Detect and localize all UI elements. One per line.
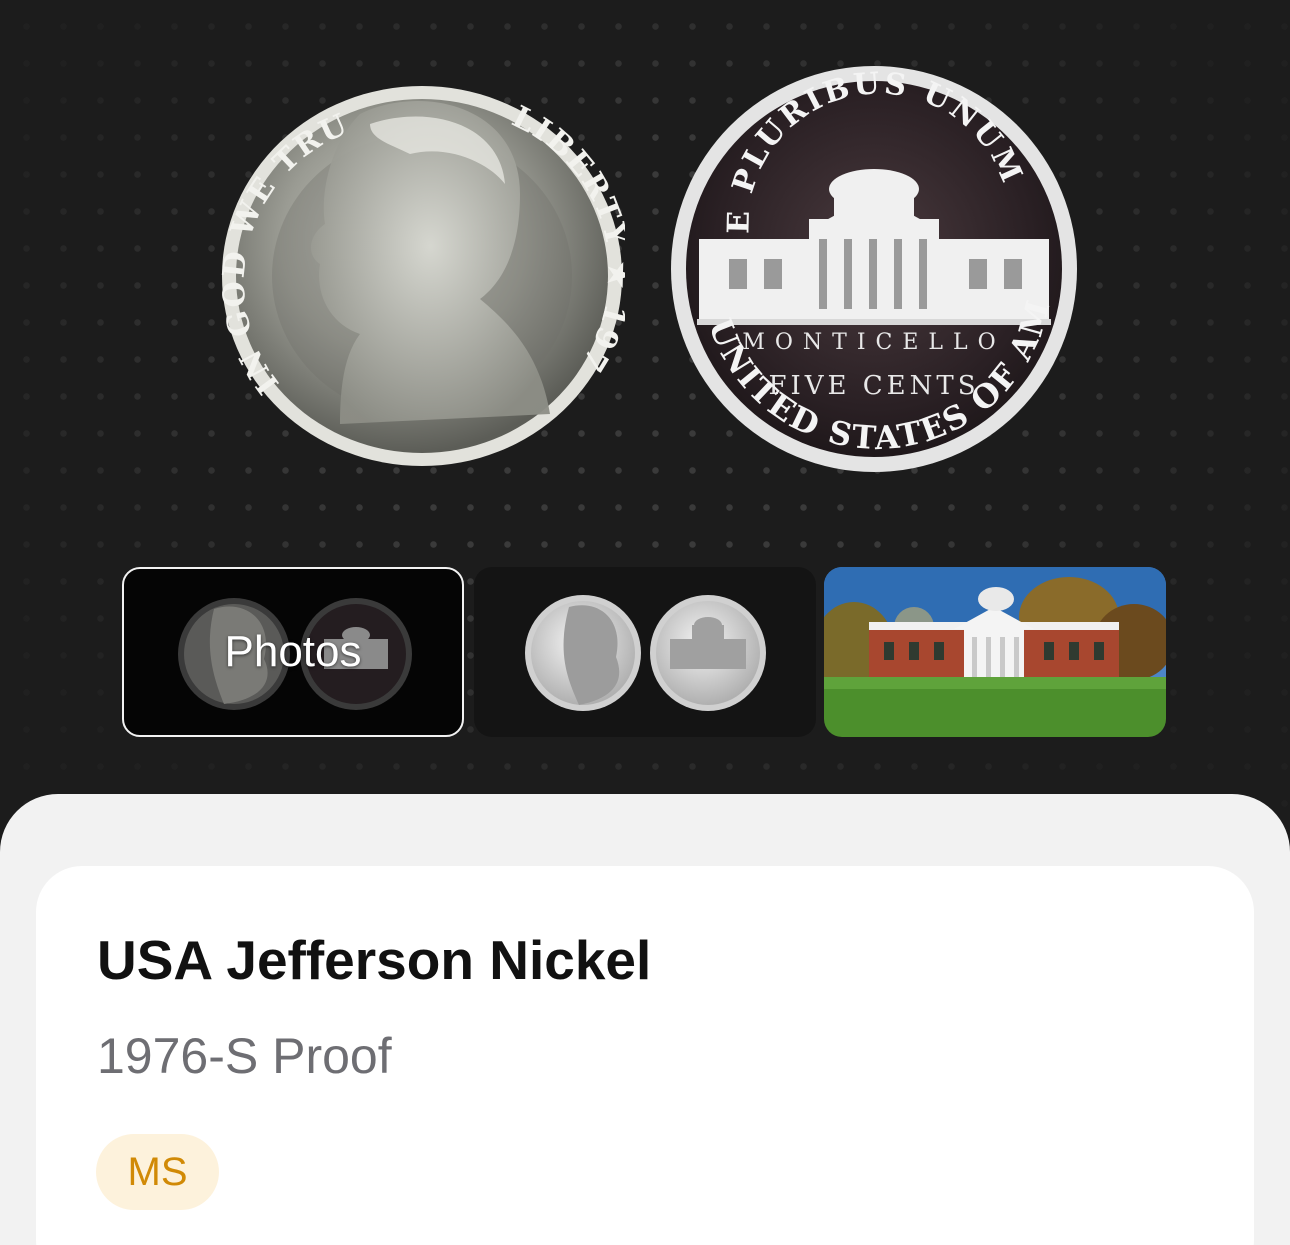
thumbnail-monticello-photo[interactable] <box>824 567 1166 737</box>
svg-text:MONTICELLO: MONTICELLO <box>742 330 1005 355</box>
reference-coins-image <box>525 595 766 711</box>
thumbnail-photos-label: Photos <box>224 627 362 676</box>
thumbnail-reference-coins[interactable] <box>474 567 816 737</box>
monticello-photo-image <box>824 567 1166 737</box>
coin-name-title: USA Jefferson Nickel <box>97 929 652 991</box>
svg-text:FIVE CENTS: FIVE CENTS <box>768 371 979 401</box>
coin-variant-subtitle: 1976-S Proof <box>97 1028 392 1084</box>
thumbnail-photos[interactable]: Photos <box>122 567 464 737</box>
coin-obverse-image: IN GOD WE TRUST LIBERTY ★ 1976 <box>220 84 625 466</box>
coin-reverse-image: E PLURIBUS UNUM MONTICELLO FIVE CENTS UN… <box>669 64 1077 472</box>
grade-badge: MS <box>96 1134 219 1210</box>
